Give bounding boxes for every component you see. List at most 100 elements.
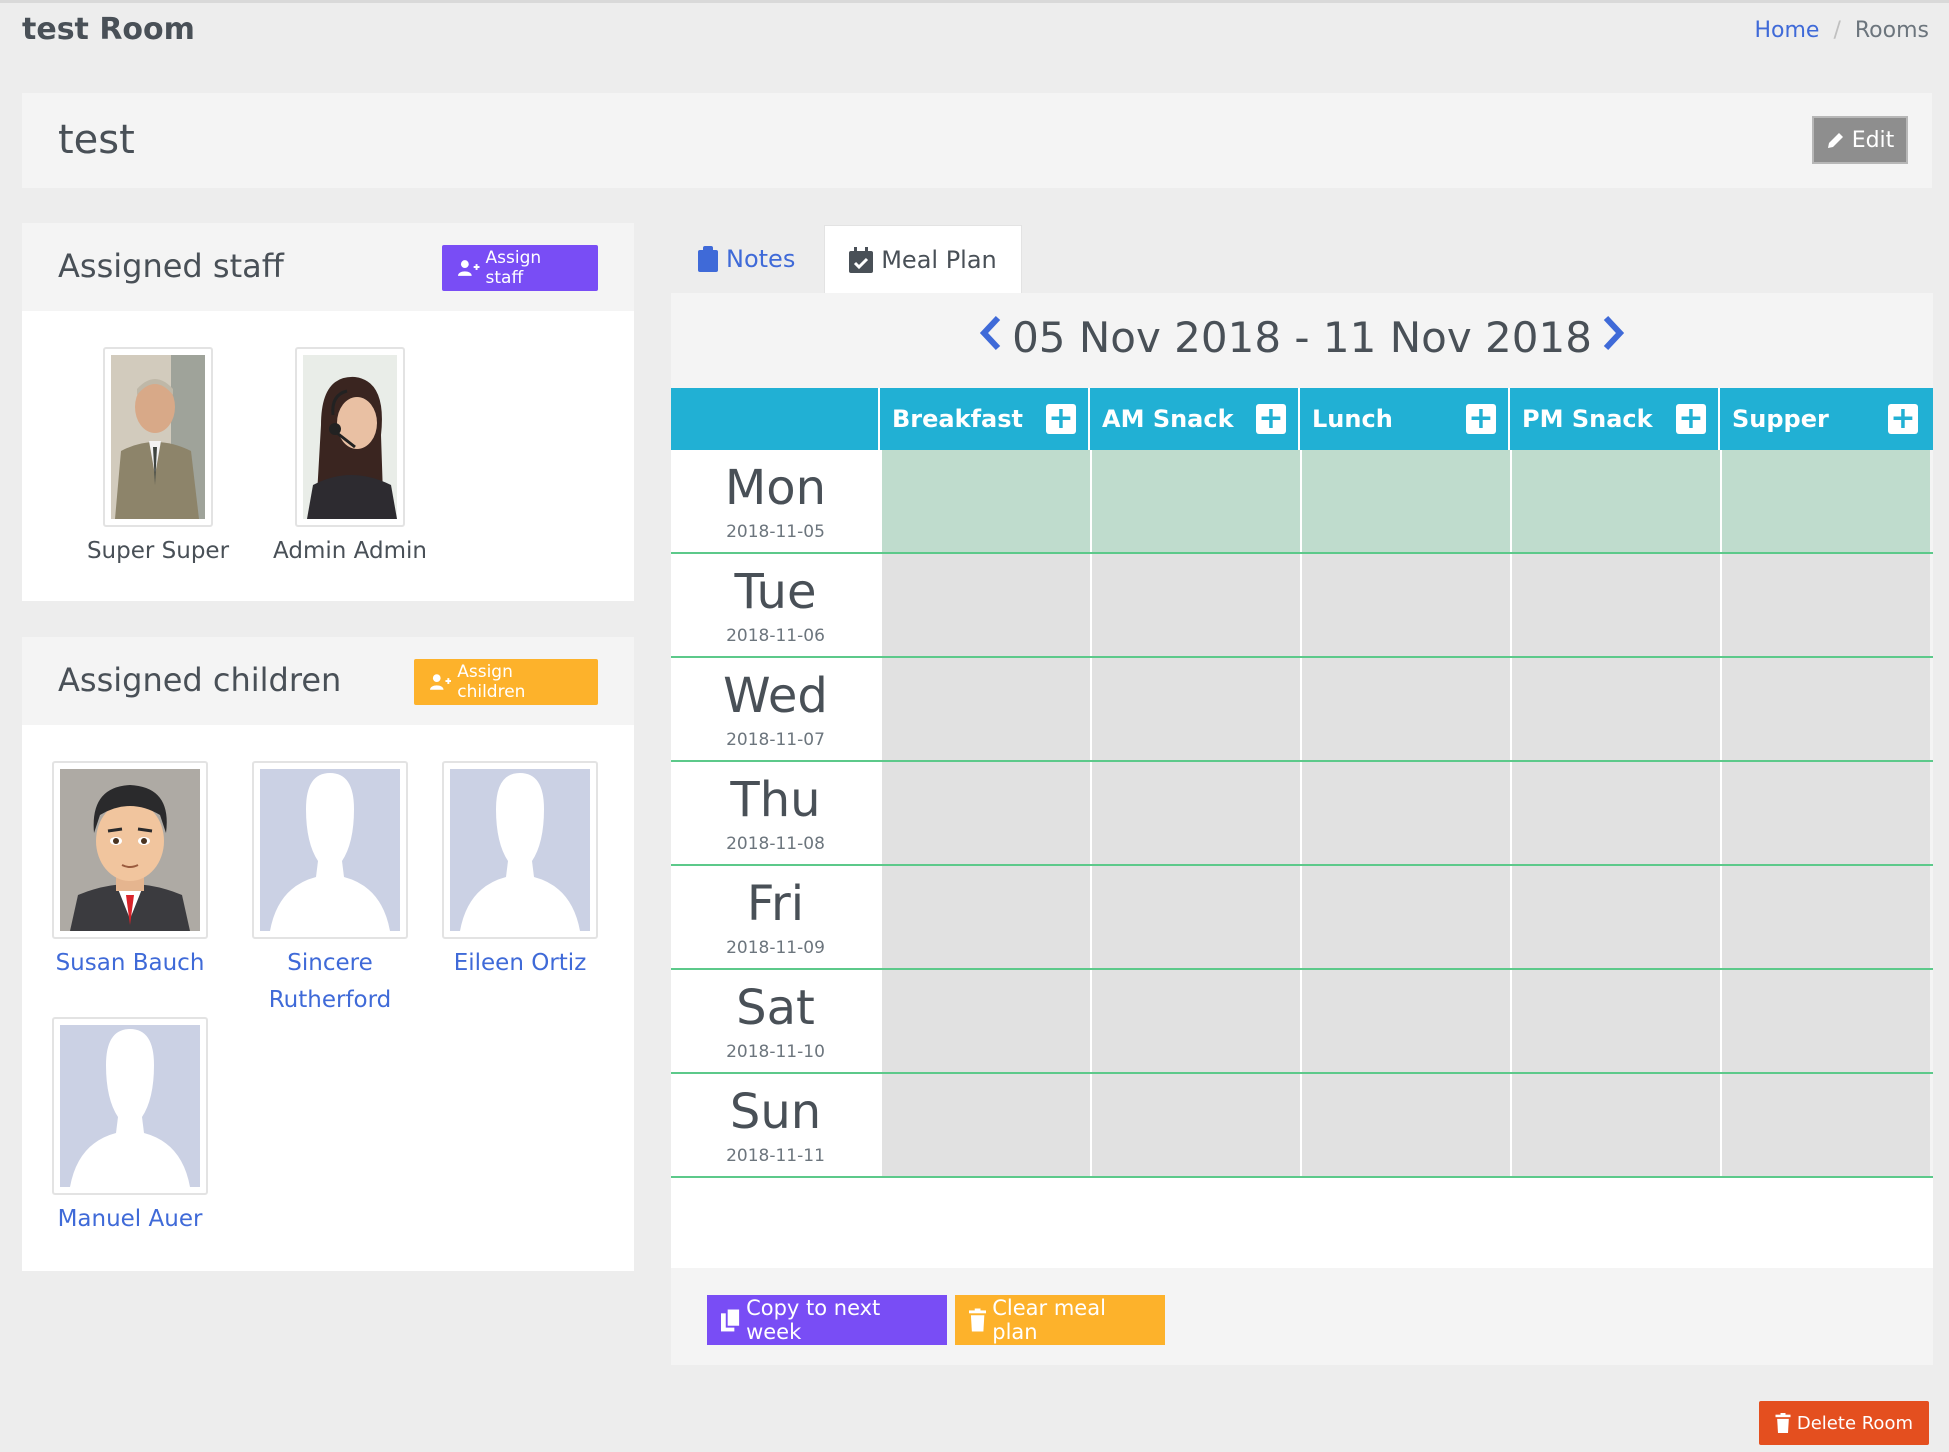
child-member[interactable]: Susan Bauch: [50, 761, 210, 982]
meal-cell[interactable]: [1090, 554, 1300, 656]
assign-children-button[interactable]: Assign children: [414, 659, 598, 705]
meal-cell[interactable]: [880, 866, 1090, 968]
meal-cell[interactable]: [1090, 762, 1300, 864]
staff-photo: [103, 347, 213, 527]
meal-plan-grid: Breakfast + AM Snack + Lunch + PM Snack + Su…: [671, 388, 1933, 1268]
tab-notes[interactable]: Notes: [698, 225, 795, 293]
meal-cell[interactable]: [1720, 450, 1930, 552]
assigned-children-header: Assigned children Assign children: [22, 637, 634, 725]
meal-cell[interactable]: [1720, 658, 1930, 760]
add-meal-icon[interactable]: +: [1888, 404, 1918, 434]
child-member[interactable]: Manuel Auer: [50, 1017, 210, 1238]
edit-button[interactable]: Edit: [1812, 116, 1908, 164]
meal-cell[interactable]: [1090, 1074, 1300, 1176]
breadcrumb-separator: /: [1833, 18, 1841, 43]
add-meal-icon[interactable]: +: [1676, 404, 1706, 434]
next-week-icon[interactable]: [1602, 314, 1625, 362]
week-range: 05 Nov 2018 - 11 Nov 2018: [1012, 313, 1592, 362]
child-name-link[interactable]: Manuel Auer: [50, 1201, 210, 1238]
meal-cell[interactable]: [1510, 1074, 1720, 1176]
clear-meal-plan-label: Clear meal plan: [992, 1296, 1106, 1344]
meal-cell[interactable]: [1510, 658, 1720, 760]
day-name: Sat: [736, 980, 815, 1036]
tab-notes-label: Notes: [726, 245, 796, 273]
meal-plan-header-row: Breakfast + AM Snack + Lunch + PM Snack + Su…: [671, 388, 1933, 450]
delete-room-label: Delete Room: [1796, 1412, 1913, 1434]
meal-cell[interactable]: [880, 658, 1090, 760]
child-member[interactable]: Sincere Rutherford: [232, 761, 428, 1019]
meal-cell[interactable]: [1510, 450, 1720, 552]
meal-cell[interactable]: [1300, 1074, 1510, 1176]
child-name-link[interactable]: Eileen Ortiz: [432, 945, 608, 982]
meal-cell[interactable]: [1090, 658, 1300, 760]
meal-cell[interactable]: [1720, 1074, 1930, 1176]
assigned-staff-card: Assigned staff Assign staff Super Super: [22, 223, 634, 601]
prev-week-icon[interactable]: [979, 314, 1002, 362]
meal-cell[interactable]: [1720, 866, 1930, 968]
child-member[interactable]: Eileen Ortiz: [432, 761, 608, 982]
tab-meal-plan[interactable]: Meal Plan: [824, 225, 1022, 293]
child-photo: [252, 761, 408, 939]
meal-cell[interactable]: [1300, 554, 1510, 656]
copy-to-next-week-button[interactable]: Copy to next week: [707, 1295, 947, 1345]
delete-room-button[interactable]: Delete Room: [1758, 1401, 1929, 1445]
meal-cell[interactable]: [1300, 658, 1510, 760]
staff-member[interactable]: Super Super: [62, 347, 254, 570]
meal-cell[interactable]: [880, 1074, 1090, 1176]
meal-cell[interactable]: [1300, 762, 1510, 864]
meal-cell[interactable]: [1300, 450, 1510, 552]
day-row: Mon 2018-11-05: [671, 450, 1933, 554]
assign-staff-button[interactable]: Assign staff: [442, 245, 598, 291]
assign-staff-label: Assign staff: [485, 248, 542, 288]
day-date: 2018-11-08: [726, 834, 825, 854]
pencil-icon: [1827, 133, 1843, 148]
add-meal-icon[interactable]: +: [1046, 404, 1076, 434]
meal-cell[interactable]: [880, 450, 1090, 552]
meal-cell[interactable]: [1300, 866, 1510, 968]
meal-cell[interactable]: [880, 762, 1090, 864]
day-date: 2018-11-09: [726, 938, 825, 958]
staff-name: Admin Admin: [273, 538, 427, 564]
meal-cell[interactable]: [1300, 970, 1510, 1072]
child-name-link[interactable]: Sincere Rutherford: [232, 945, 428, 1019]
day-cell: Mon 2018-11-05: [671, 450, 880, 552]
meal-cell[interactable]: [1510, 762, 1720, 864]
assigned-staff-title: Assigned staff: [58, 247, 284, 285]
meal-cell[interactable]: [1090, 970, 1300, 1072]
meal-cell[interactable]: [1720, 554, 1930, 656]
breadcrumb-home-link[interactable]: Home: [1754, 18, 1819, 43]
day-name: Fri: [746, 876, 805, 932]
add-meal-icon[interactable]: +: [1256, 404, 1286, 434]
meal-name: PM Snack: [1522, 405, 1653, 433]
meal-cell[interactable]: [1090, 866, 1300, 968]
day-date: 2018-11-05: [726, 522, 825, 542]
day-cell: Sat 2018-11-10: [671, 970, 880, 1072]
top-border: [0, 0, 1949, 3]
child-photo: [442, 761, 598, 939]
meal-cell[interactable]: [880, 554, 1090, 656]
room-header: test Edit: [22, 93, 1932, 188]
meal-column-header: Breakfast +: [880, 388, 1090, 450]
meal-name: Breakfast: [892, 405, 1023, 433]
day-cell: Wed 2018-11-07: [671, 658, 880, 760]
meal-name: AM Snack: [1102, 405, 1234, 433]
man-in-suit-photo: [111, 355, 205, 519]
day-row: Sun 2018-11-11: [671, 1074, 1933, 1178]
child-name-link[interactable]: Susan Bauch: [50, 945, 210, 982]
meal-cell[interactable]: [1090, 450, 1300, 552]
day-cell: Fri 2018-11-09: [671, 866, 880, 968]
meal-column-header: AM Snack +: [1090, 388, 1300, 450]
meal-cell[interactable]: [1510, 866, 1720, 968]
clear-meal-plan-button[interactable]: Clear meal plan: [955, 1295, 1165, 1345]
meal-cell[interactable]: [1510, 554, 1720, 656]
staff-member[interactable]: Admin Admin: [254, 347, 446, 570]
meal-cell[interactable]: [1510, 970, 1720, 1072]
silhouette-placeholder: [60, 1025, 200, 1187]
add-meal-icon[interactable]: +: [1466, 404, 1496, 434]
assigned-children-title: Assigned children: [58, 661, 342, 699]
copy-icon: [721, 1308, 741, 1332]
meal-cell[interactable]: [880, 970, 1090, 1072]
clipboard-icon: [698, 246, 718, 272]
meal-cell[interactable]: [1720, 762, 1930, 864]
meal-cell[interactable]: [1720, 970, 1930, 1072]
